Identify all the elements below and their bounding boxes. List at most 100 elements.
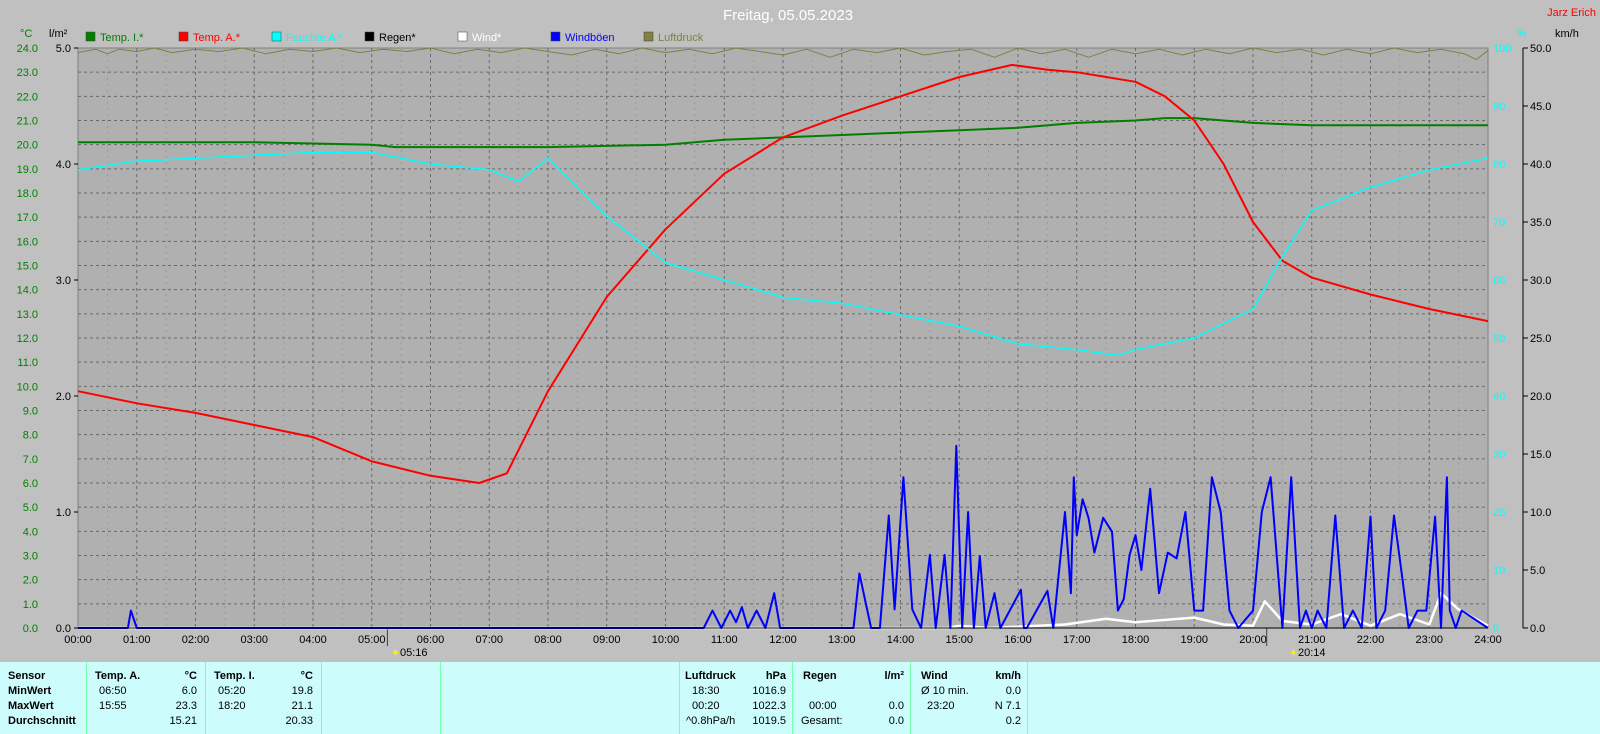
pressure-title: Luftdruck xyxy=(685,670,736,682)
temp-tick-label: 20.0 xyxy=(17,140,38,152)
stats-temp-i: Temp. I. °C 05:20 19.8 18:20 21.1 20.33 xyxy=(206,662,322,734)
stats-empty-2 xyxy=(441,662,680,734)
x-tick-label: 06:00 xyxy=(417,634,445,646)
x-tick-label: 12:00 xyxy=(769,634,797,646)
temp-i-min: 19.8 xyxy=(291,685,313,697)
row-label-avg: Durchschnitt xyxy=(8,715,76,727)
temp-tick-label: 21.0 xyxy=(17,116,38,128)
temp-tick-label: 12.0 xyxy=(17,333,38,345)
stats-pressure: Luftdruck hPa 18:30 1016.9 00:20 1022.3 … xyxy=(680,662,793,734)
temp-tick-label: 13.0 xyxy=(17,309,38,321)
row-label-min: MinWert xyxy=(8,685,52,697)
temp-a-min: 6.0 xyxy=(181,685,197,697)
pressure-avg: 1019.5 xyxy=(752,715,786,727)
marker-sunrise-label: 05:16 xyxy=(400,647,428,659)
humidity-tick-label: 50 xyxy=(1493,333,1505,345)
wind-tick-label: 45.0 xyxy=(1530,101,1551,113)
unit-rain: l/m² xyxy=(49,28,68,40)
wind-tick-label: 30.0 xyxy=(1530,275,1551,287)
legend-swatch xyxy=(643,31,654,42)
temp-tick-label: 15.0 xyxy=(17,261,38,273)
temp-i-unit: °C xyxy=(300,670,313,682)
marker-sunset: ☀ 20:14 xyxy=(1289,647,1326,659)
marker-sunset-label: 20:14 xyxy=(1298,647,1326,659)
humidity-tick-label: 90 xyxy=(1493,101,1505,113)
x-tick-label: 21:00 xyxy=(1298,634,1326,646)
brand-label: Jarz Erich xyxy=(1547,7,1596,19)
x-tick-label: 15:00 xyxy=(945,634,973,646)
rain-total: 0.0 xyxy=(888,715,904,727)
temp-a-max: 23.3 xyxy=(175,700,197,712)
x-tick-label: 13:00 xyxy=(828,634,856,646)
pressure-trend: ^0.8hPa/h xyxy=(686,715,736,727)
humidity-tick-label: 30 xyxy=(1493,449,1505,461)
x-tick-label: 08:00 xyxy=(534,634,562,646)
wind-title: Wind xyxy=(921,670,948,682)
wind-avg: 0.2 xyxy=(1005,715,1021,727)
legend-swatch xyxy=(550,31,561,42)
rain-tick-label: 3.0 xyxy=(56,275,71,287)
rain-tick-label: 4.0 xyxy=(56,159,71,171)
weather-chart: 00:00 01:00 02:00 03:00 04:00 05:00 06:00 07:00… xyxy=(0,0,1600,660)
temp-tick-label: 2.0 xyxy=(23,575,38,587)
rain-unit: l/m² xyxy=(884,670,904,682)
temp-tick-label: 9.0 xyxy=(23,406,38,418)
wind-tick-label: 0.0 xyxy=(1530,623,1545,635)
x-tick-label: 24:00 xyxy=(1474,634,1502,646)
x-tick-label: 20:00 xyxy=(1239,634,1267,646)
stats-rain: Regen l/m² 00:00 0.0 Gesamt: 0.0 xyxy=(793,662,911,734)
rain-title: Regen xyxy=(803,670,837,682)
wind-tick-label: 20.0 xyxy=(1530,391,1551,403)
legend-swatch xyxy=(178,31,189,42)
rain-total-label: Gesamt: xyxy=(801,715,843,727)
rain-max: 0.0 xyxy=(888,700,904,712)
moon-icon: ☀ xyxy=(1289,648,1298,659)
x-tick-label: 04:00 xyxy=(299,634,327,646)
x-tick-label: 11:00 xyxy=(711,634,738,646)
wind-tick-label: 35.0 xyxy=(1530,217,1551,229)
temp-tick-label: 1.0 xyxy=(23,599,38,611)
humidity-tick-label: 100 xyxy=(1493,43,1511,55)
legend-label: Feuchte A.* xyxy=(286,32,344,44)
temp-tick-label: 22.0 xyxy=(17,91,38,103)
legend-swatch xyxy=(364,31,375,42)
temp-a-avg: 15.21 xyxy=(169,715,197,727)
row-label-max: MaxWert xyxy=(8,700,54,712)
humidity-tick-label: 10 xyxy=(1493,565,1505,577)
wind-max-time: 23:20 xyxy=(927,700,955,712)
pressure-min-time: 18:30 xyxy=(692,685,720,697)
row-label-sensor: Sensor xyxy=(8,670,46,682)
legend-label: Regen* xyxy=(379,32,416,44)
rain-tick-label: 1.0 xyxy=(56,507,71,519)
temp-i-min-time: 05:20 xyxy=(218,685,246,697)
temp-a-max-time: 15:55 xyxy=(99,700,127,712)
temp-a-unit: °C xyxy=(184,670,197,682)
temp-tick-label: 8.0 xyxy=(23,430,38,442)
wind-max: N 7.1 xyxy=(994,700,1021,712)
humidity-tick-label: 60 xyxy=(1493,275,1505,287)
stats-temp-a: Temp. A. °C 06:50 6.0 15:55 23.3 15.21 xyxy=(87,662,206,734)
marker-sunrise: ☀ 05:16 xyxy=(391,647,428,659)
stats-wind: Wind km/h Ø 10 min. 0.0 23:20 N 7.1 0.2 xyxy=(911,662,1028,734)
wind-tick-label: 40.0 xyxy=(1530,159,1551,171)
stats-labels: Sensor MinWert MaxWert Durchschnitt xyxy=(0,662,87,734)
x-tick-label: 16:00 xyxy=(1004,634,1032,646)
x-tick-label: 09:00 xyxy=(593,634,621,646)
rain-max-time: 00:00 xyxy=(809,700,837,712)
humidity-tick-label: 0 xyxy=(1493,623,1499,635)
wind-tick-label: 15.0 xyxy=(1530,449,1551,461)
rain-tick-label: 5.0 xyxy=(56,43,71,55)
temp-a-min-time: 06:50 xyxy=(99,685,127,697)
x-tick-label: 22:00 xyxy=(1357,634,1385,646)
pressure-unit: hPa xyxy=(765,670,786,682)
legend-swatch xyxy=(457,31,468,42)
temp-tick-label: 18.0 xyxy=(17,188,38,200)
legend-label: Temp. A.* xyxy=(193,32,241,44)
x-tick-label: 02:00 xyxy=(182,634,210,646)
pressure-max: 1022.3 xyxy=(752,700,786,712)
temp-i-max-time: 18:20 xyxy=(218,700,246,712)
temp-tick-label: 23.0 xyxy=(17,67,38,79)
humidity-tick-label: 40 xyxy=(1493,391,1505,403)
legend-label: Luftdruck xyxy=(658,32,704,44)
temp-i-title: Temp. I. xyxy=(214,670,255,682)
